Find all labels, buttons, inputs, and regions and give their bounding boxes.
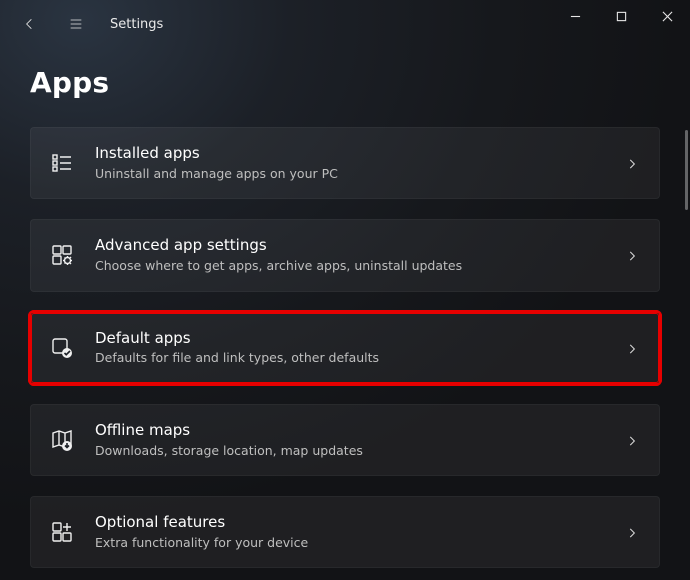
chevron-right-icon bbox=[625, 433, 639, 447]
minimize-button[interactable] bbox=[552, 0, 598, 32]
item-title: Default apps bbox=[95, 329, 607, 348]
item-installed-apps[interactable]: Installed apps Uninstall and manage apps… bbox=[30, 127, 660, 199]
apps-plus-icon bbox=[49, 519, 75, 545]
scrollbar-thumb[interactable] bbox=[685, 130, 688, 210]
back-button[interactable] bbox=[18, 12, 42, 36]
item-advanced-app-settings[interactable]: Advanced app settings Choose where to ge… bbox=[30, 219, 660, 291]
item-optional-features[interactable]: Optional features Extra functionality fo… bbox=[30, 496, 660, 568]
close-button[interactable] bbox=[644, 0, 690, 32]
item-default-apps[interactable]: Default apps Defaults for file and link … bbox=[30, 312, 660, 384]
chevron-right-icon bbox=[625, 248, 639, 262]
map-download-icon bbox=[49, 427, 75, 453]
item-subtitle: Downloads, storage location, map updates bbox=[95, 442, 607, 460]
window-title: Settings bbox=[110, 17, 163, 32]
item-subtitle: Uninstall and manage apps on your PC bbox=[95, 165, 607, 183]
chevron-right-icon bbox=[625, 156, 639, 170]
item-title: Optional features bbox=[95, 513, 607, 532]
item-subtitle: Defaults for file and link types, other … bbox=[95, 349, 607, 367]
item-subtitle: Choose where to get apps, archive apps, … bbox=[95, 257, 607, 275]
item-title: Offline maps bbox=[95, 421, 607, 440]
app-check-icon bbox=[49, 335, 75, 361]
hamburger-menu-icon[interactable] bbox=[64, 12, 88, 36]
item-subtitle: Extra functionality for your device bbox=[95, 534, 607, 552]
window-controls bbox=[552, 0, 690, 32]
chevron-right-icon bbox=[625, 341, 639, 355]
item-offline-maps[interactable]: Offline maps Downloads, storage location… bbox=[30, 404, 660, 476]
apps-gear-icon bbox=[49, 242, 75, 268]
maximize-button[interactable] bbox=[598, 0, 644, 32]
page-heading: Apps bbox=[0, 48, 690, 127]
item-title: Advanced app settings bbox=[95, 236, 607, 255]
chevron-right-icon bbox=[625, 525, 639, 539]
item-title: Installed apps bbox=[95, 144, 607, 163]
list-grid-icon bbox=[49, 150, 75, 176]
settings-list: Installed apps Uninstall and manage apps… bbox=[0, 127, 690, 568]
